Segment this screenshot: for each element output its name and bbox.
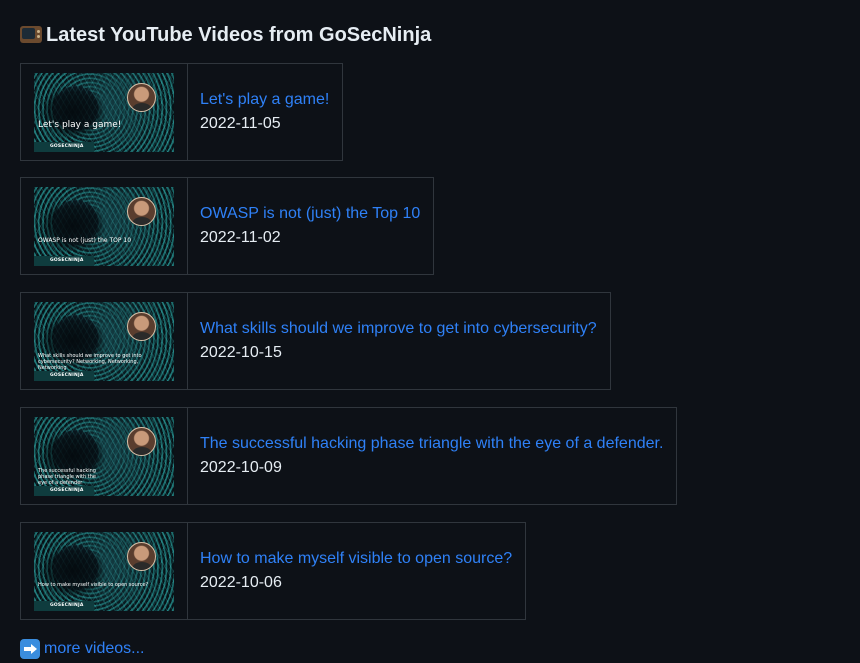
right-arrow-icon [20,639,40,659]
thumbnail-caption: How to make myself visible to open sourc… [38,581,149,588]
video-thumbnail[interactable]: Let's play a game! GOSECNINJA [34,72,174,152]
video-title-link[interactable]: Let's play a game! [200,88,329,112]
avatar [127,541,156,571]
avatar [127,426,156,456]
video-thumbnail[interactable]: OWASP is not (just) the TOP 10 GOSECNINJ… [34,186,174,266]
thumbnail-caption: OWASP is not (just) the TOP 10 [38,236,132,244]
avatar [127,311,156,341]
video-date: 2022-11-02 [200,229,281,246]
video-card: Let's play a game! GOSECNINJA Let's play… [20,63,344,161]
video-thumbnail-cell[interactable]: What skills should we improve to get int… [20,292,188,390]
video-thumbnail-cell[interactable]: How to make myself visible to open sourc… [20,522,188,620]
avatar [127,82,156,112]
thumbnail-caption: What skills should we improve to get int… [38,352,142,371]
television-icon [20,25,42,45]
thumbnail-brand: GOSECNINJA [34,141,94,152]
video-card: How to make myself visible to open sourc… [20,522,527,620]
video-thumbnail-cell[interactable]: OWASP is not (just) the TOP 10 GOSECNINJ… [20,177,188,275]
avatar [127,196,156,226]
video-card: What skills should we improve to get int… [20,292,611,390]
video-date: 2022-11-05 [200,115,281,132]
video-info: OWASP is not (just) the Top 10 2022-11-0… [186,177,435,275]
thumbnail-caption: Let's play a game! [38,119,122,130]
video-card: The successful hacking phase triangle wi… [20,407,678,505]
heading-text: Latest YouTube Videos from GoSecNinja [46,24,432,46]
video-info: What skills should we improve to get int… [187,292,611,390]
video-thumbnail-cell[interactable]: The successful hacking phase triangle wi… [20,407,188,505]
video-info: How to make myself visible to open sourc… [186,522,527,620]
section-heading: Latest YouTube Videos from GoSecNinja [20,22,431,48]
thumbnail-brand: GOSECNINJA [34,255,94,266]
video-date: 2022-10-06 [200,574,282,591]
video-thumbnail[interactable]: How to make myself visible to open sourc… [34,531,174,611]
video-thumbnail[interactable]: The successful hacking phase triangle wi… [34,416,174,496]
more-videos-link[interactable]: more videos... [44,638,144,660]
video-date: 2022-10-15 [200,344,282,361]
video-thumbnail-cell[interactable]: Let's play a game! GOSECNINJA [20,63,188,161]
video-date: 2022-10-09 [200,459,282,476]
video-title-link[interactable]: OWASP is not (just) the Top 10 [200,202,420,226]
more-videos: more videos... [20,638,144,660]
video-title-link[interactable]: How to make myself visible to open sourc… [200,547,512,571]
video-info: The successful hacking phase triangle wi… [186,407,678,505]
thumbnail-brand: GOSECNINJA [34,600,94,611]
video-thumbnail[interactable]: What skills should we improve to get int… [34,301,174,381]
thumbnail-brand: GOSECNINJA [34,370,94,381]
video-card: OWASP is not (just) the TOP 10 GOSECNINJ… [20,177,435,275]
thumbnail-brand: GOSECNINJA [34,485,94,496]
video-title-link[interactable]: The successful hacking phase triangle wi… [200,432,663,456]
video-info: Let's play a game! 2022-11-05 [186,63,344,161]
video-title-link[interactable]: What skills should we improve to get int… [200,317,597,341]
thumbnail-caption: The successful hacking phase triangle wi… [38,467,96,486]
